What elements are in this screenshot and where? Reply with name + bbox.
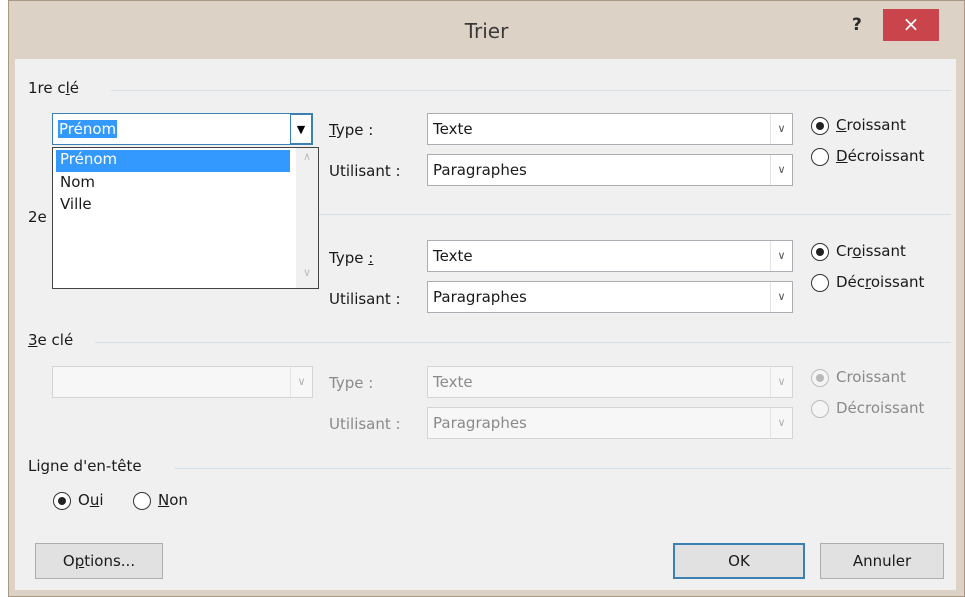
radio-circle	[811, 243, 829, 261]
key2-ascending-radio[interactable]: Croissant	[811, 242, 951, 264]
title-bar[interactable]: Trier ? ×	[9, 1, 964, 59]
key3-using-combo[interactable]: Paragraphes ∨	[427, 407, 793, 439]
chevron-down-icon[interactable]: ∨	[770, 114, 792, 144]
dropdown-item-nom[interactable]: Nom	[56, 173, 290, 195]
key2-group-label: 2e	[28, 208, 47, 226]
key3-using-label: Utilisant :	[329, 415, 401, 433]
radio-circle	[811, 117, 829, 135]
header-yes-label: Oui	[78, 491, 104, 509]
chevron-down-icon[interactable]: ∨	[770, 367, 792, 397]
key3-group-label: 3e clé	[28, 331, 74, 349]
header-row-group-line	[175, 468, 951, 469]
key3-ascending-radio[interactable]: Croissant	[811, 368, 951, 390]
key1-using-value: Paragraphes	[433, 161, 527, 179]
dropdown-scrollbar[interactable]: ∧ ∨	[296, 148, 318, 288]
key3-ascending-label: Croissant	[836, 368, 906, 386]
radio-circle	[811, 148, 829, 166]
chevron-down-icon[interactable]: ∨	[296, 266, 318, 286]
key2-group-line	[315, 214, 951, 215]
header-no-radio[interactable]: Non	[133, 491, 213, 513]
key3-field-combo[interactable]: ∨	[52, 366, 313, 398]
close-button[interactable]: ×	[883, 9, 939, 41]
key3-using-value: Paragraphes	[433, 414, 527, 432]
key3-descending-label: Décroissant	[836, 399, 925, 417]
dialog-client: 1re clé Prénom ▼ Type : Texte ∨ Utilisan…	[15, 59, 956, 590]
radio-circle	[811, 274, 829, 292]
help-button[interactable]: ?	[852, 15, 862, 35]
key1-group-label: 1re clé	[28, 79, 80, 97]
key3-group-line	[95, 342, 951, 343]
key2-using-combo[interactable]: Paragraphes ∨	[427, 281, 793, 313]
key1-type-value: Texte	[433, 120, 473, 138]
sort-dialog: Trier ? × 1re clé Prénom ▼ Type : Texte …	[8, 0, 965, 597]
radio-dot	[816, 248, 824, 256]
dropdown-item-ville[interactable]: Ville	[56, 195, 290, 217]
key1-type-label: Type :	[329, 121, 374, 139]
key2-using-label: Utilisant :	[329, 290, 401, 308]
key1-using-combo[interactable]: Paragraphes ∨	[427, 154, 793, 186]
radio-circle	[811, 369, 829, 387]
ok-button[interactable]: OK	[673, 543, 805, 579]
options-button[interactable]: Options...	[35, 543, 163, 579]
chevron-down-icon[interactable]: ∨	[770, 155, 792, 185]
chevron-down-icon[interactable]: ∨	[770, 241, 792, 271]
key2-type-label: Type :	[329, 249, 374, 267]
dialog-title: Trier	[464, 19, 509, 43]
header-row-group-label: Ligne d'en-tête	[28, 457, 142, 475]
key3-type-combo[interactable]: Texte ∨	[427, 366, 793, 398]
key2-ascending-label: Croissant	[836, 242, 906, 260]
chevron-down-icon[interactable]: ▼	[290, 114, 312, 144]
chevron-down-icon[interactable]: ∨	[290, 367, 312, 397]
key1-descending-radio[interactable]: Décroissant	[811, 147, 951, 169]
chevron-up-icon[interactable]: ∧	[296, 150, 318, 170]
key2-type-combo[interactable]: Texte ∨	[427, 240, 793, 272]
header-no-label: Non	[158, 491, 188, 509]
radio-circle	[53, 492, 71, 510]
header-yes-radio[interactable]: Oui	[53, 491, 133, 513]
key3-type-label: Type :	[329, 374, 374, 392]
cancel-button[interactable]: Annuler	[820, 543, 944, 579]
radio-dot	[58, 497, 66, 505]
key1-descending-label: Décroissant	[836, 147, 925, 165]
key2-using-value: Paragraphes	[433, 288, 527, 306]
key2-type-value: Texte	[433, 247, 473, 265]
key1-using-label: Utilisant :	[329, 162, 401, 180]
radio-circle	[811, 400, 829, 418]
key1-field-value: Prénom	[58, 120, 118, 138]
key1-ascending-radio[interactable]: Croissant	[811, 116, 951, 138]
key1-type-combo[interactable]: Texte ∨	[427, 113, 793, 145]
dropdown-item-prenom[interactable]: Prénom	[56, 150, 290, 172]
key2-descending-label: Décroissant	[836, 273, 925, 291]
key3-type-value: Texte	[433, 373, 473, 391]
chevron-down-icon[interactable]: ∨	[770, 408, 792, 438]
key3-descending-radio[interactable]: Décroissant	[811, 399, 951, 421]
field-dropdown-list[interactable]: Prénom Nom Ville ∧ ∨	[52, 147, 319, 289]
key1-ascending-label: Croissant	[836, 116, 906, 134]
key2-descending-radio[interactable]: Décroissant	[811, 273, 951, 295]
radio-circle	[133, 492, 151, 510]
key1-field-combo[interactable]: Prénom ▼	[52, 113, 313, 145]
key1-field-value-text: Prénom	[58, 120, 118, 138]
radio-dot	[816, 374, 824, 382]
chevron-down-icon[interactable]: ∨	[770, 282, 792, 312]
key1-group-line	[111, 90, 951, 91]
radio-dot	[816, 122, 824, 130]
